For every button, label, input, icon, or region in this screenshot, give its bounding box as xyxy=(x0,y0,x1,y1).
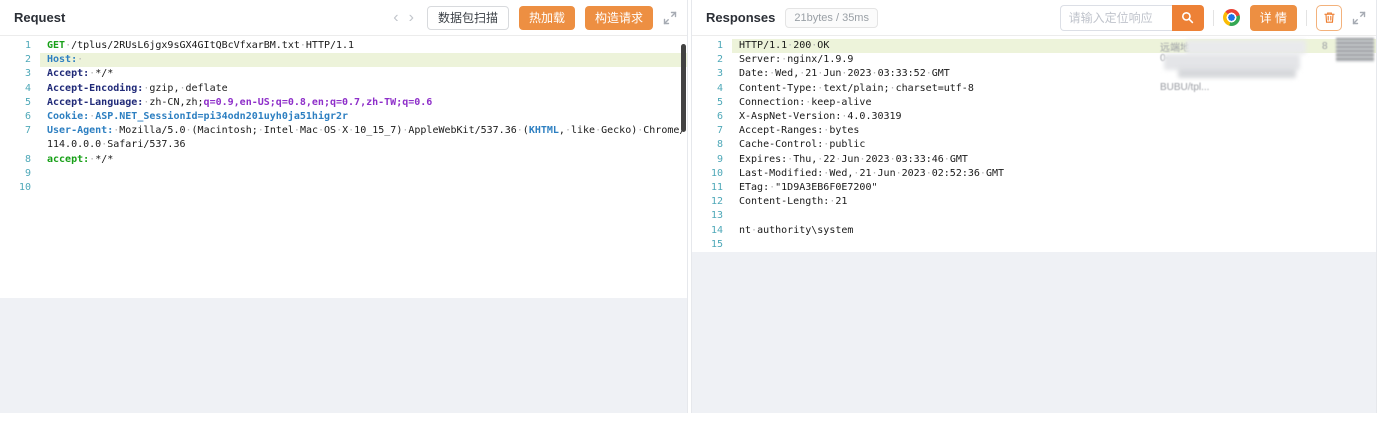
line-number: 3 xyxy=(0,67,40,81)
code-line: 10Last-Modified:·Wed,·21·Jun·2023·02:52:… xyxy=(692,167,1376,181)
line-number: 5 xyxy=(692,96,732,110)
expand-icon xyxy=(663,11,677,25)
line-number: 2 xyxy=(692,53,732,67)
request-scrollbar-thumb[interactable] xyxy=(681,44,686,132)
code-line: 10 xyxy=(0,181,687,195)
packet-scan-button[interactable]: 数据包扫描 xyxy=(427,6,509,30)
line-number: 15 xyxy=(692,238,732,252)
search-icon xyxy=(1181,11,1194,24)
line-number: 4 xyxy=(692,82,732,96)
line-number: 8 xyxy=(0,153,40,167)
code-line: 12Content-Length:·21 xyxy=(692,195,1376,209)
chevron-left-icon[interactable]: ‹ xyxy=(388,8,403,28)
code-line: 2Server:·nginx/1.9.9 xyxy=(692,53,1376,67)
response-meta-badge: 21bytes / 35ms xyxy=(785,8,878,28)
chevron-right-icon[interactable]: › xyxy=(404,8,419,28)
line-number: 13 xyxy=(692,209,732,223)
clear-response-button[interactable] xyxy=(1316,5,1342,31)
code-line: 114.0.0.0·Safari/537.36 xyxy=(0,138,687,152)
search-button[interactable] xyxy=(1172,5,1204,31)
expand-icon xyxy=(1352,11,1366,25)
line-number: 9 xyxy=(0,167,40,181)
code-line: 14nt·authority\system xyxy=(692,224,1376,238)
code-line: 4Accept-Encoding:·gzip,·deflate xyxy=(0,82,687,96)
line-number: 6 xyxy=(0,110,40,124)
line-number: 9 xyxy=(692,153,732,167)
line-number xyxy=(0,138,40,152)
code-line: 9Expires:·Thu,·22·Jun·2023·03:33:46·GMT xyxy=(692,153,1376,167)
code-line: 3Accept:·*/* xyxy=(0,67,687,81)
response-panel-header: Responses 21bytes / 35ms 详 情 xyxy=(692,0,1376,36)
line-number: 11 xyxy=(692,181,732,195)
line-number: 10 xyxy=(0,181,40,195)
response-title: Responses xyxy=(706,10,775,25)
request-editor[interactable]: 1GET·/tplus/2RUsL6jgx9sGX4GItQBcVfxarBM.… xyxy=(0,36,687,298)
hot-reload-button[interactable]: 热加载 xyxy=(519,6,575,30)
request-panel: Request ‹ › 数据包扫描 热加载 构造请求 1GET·/tplus/2… xyxy=(0,0,688,413)
code-line: 7Accept-Ranges:·bytes xyxy=(692,124,1376,138)
line-number: 2 xyxy=(0,53,40,67)
line-number: 10 xyxy=(692,167,732,181)
code-line: 5Accept-Language:·zh-CN,zh;q=0.9,en-US;q… xyxy=(0,96,687,110)
line-number: 4 xyxy=(0,82,40,96)
code-line: 3Date:·Wed,·21·Jun·2023·03:33:52·GMT xyxy=(692,67,1376,81)
code-line: 9 xyxy=(0,167,687,181)
code-line: 6Cookie:·ASP.NET_SessionId=pi34odn201uyh… xyxy=(0,110,687,124)
line-number: 5 xyxy=(0,96,40,110)
response-expand-button[interactable] xyxy=(1352,11,1366,25)
code-line: 15 xyxy=(692,238,1376,252)
code-line: 7User-Agent:·Mozilla/5.0·(Macintosh;·Int… xyxy=(0,124,687,138)
response-editor[interactable]: 1HTTP/1.1·200·OK2Server:·nginx/1.9.93Dat… xyxy=(692,36,1376,252)
response-search xyxy=(1060,5,1204,31)
code-line: 1GET·/tplus/2RUsL6jgx9sGX4GItQBcVfxarBM.… xyxy=(0,39,687,53)
code-line: 6X-AspNet-Version:·4.0.30319 xyxy=(692,110,1376,124)
request-panel-header: Request ‹ › 数据包扫描 热加载 构造请求 xyxy=(0,0,687,36)
line-number: 14 xyxy=(692,224,732,238)
line-number: 12 xyxy=(692,195,732,209)
code-line: 5Connection:·keep-alive xyxy=(692,96,1376,110)
construct-request-button[interactable]: 构造请求 xyxy=(585,6,653,30)
code-line: 8accept:·*/* xyxy=(0,153,687,167)
http-tool-page: Request ‹ › 数据包扫描 热加载 构造请求 1GET·/tplus/2… xyxy=(0,0,1377,413)
request-expand-button[interactable] xyxy=(663,11,677,25)
response-panel: Responses 21bytes / 35ms 详 情 xyxy=(691,0,1377,413)
line-number: 6 xyxy=(692,110,732,124)
line-number: 7 xyxy=(0,124,40,138)
code-line: 8Cache-Control:·public xyxy=(692,138,1376,152)
code-line: 1HTTP/1.1·200·OK xyxy=(692,39,1376,53)
code-line: 4Content-Type:·text/plain;·charset=utf-8 xyxy=(692,82,1376,96)
code-line: 11ETag:·"1D9A3EB6F0E7200" xyxy=(692,181,1376,195)
code-line: 13 xyxy=(692,209,1376,223)
detail-button[interactable]: 详 情 xyxy=(1250,5,1297,31)
chrome-browser-icon[interactable] xyxy=(1223,9,1240,26)
line-number: 1 xyxy=(692,39,732,53)
trash-icon xyxy=(1323,11,1336,24)
toolbar-divider xyxy=(1306,10,1307,26)
search-input[interactable] xyxy=(1060,5,1172,31)
line-number: 7 xyxy=(692,124,732,138)
line-number: 8 xyxy=(692,138,732,152)
line-number: 3 xyxy=(692,67,732,81)
line-number: 1 xyxy=(0,39,40,53)
request-title: Request xyxy=(14,10,65,25)
toolbar-divider xyxy=(1213,10,1214,26)
code-line: 2Host:· xyxy=(0,53,687,67)
